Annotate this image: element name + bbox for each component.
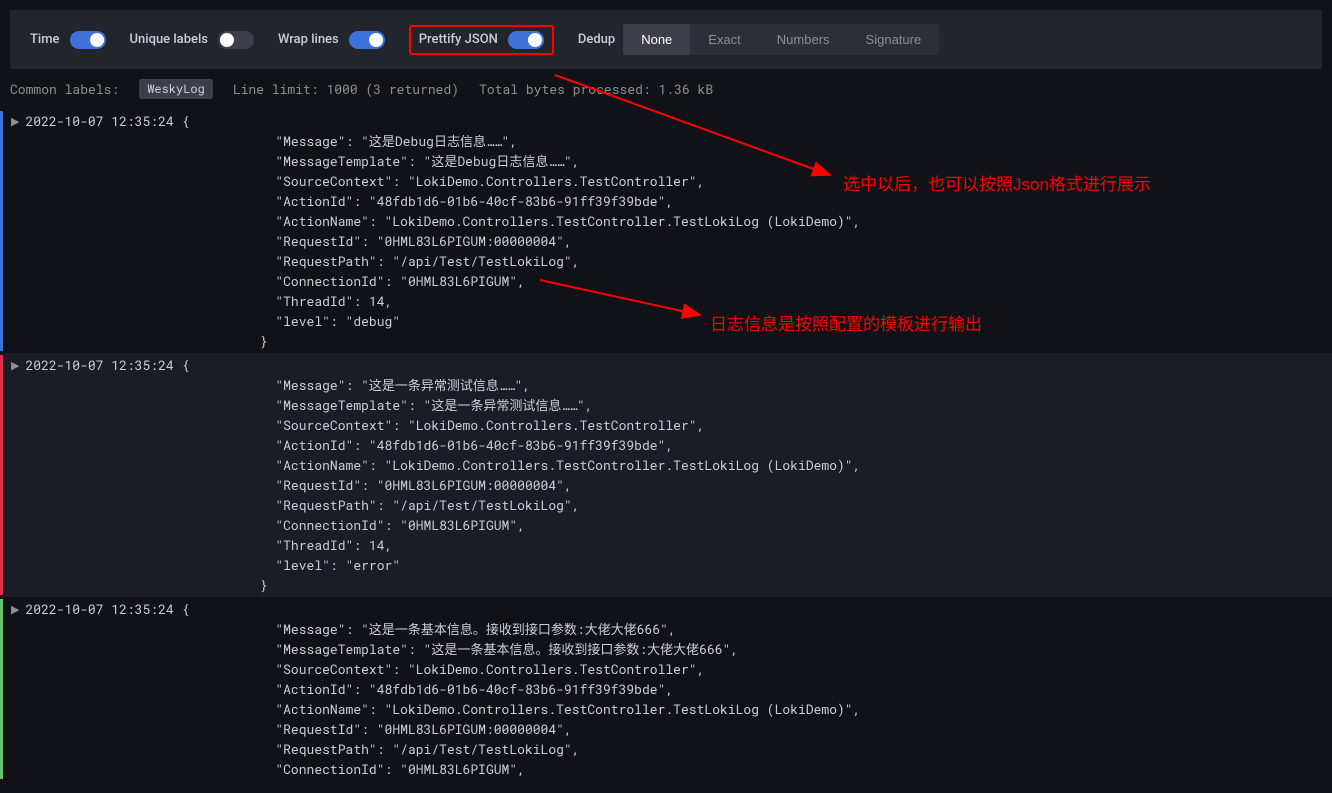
- log-toolbar: Time Unique labels Wrap lines Prettify J…: [10, 10, 1322, 69]
- log-list: ▶ 2022-10-07 12:35:24 { "Message": "这是De…: [0, 109, 1332, 781]
- time-toggle-group: Time: [30, 31, 106, 49]
- prettify-json-toggle-label: Prettify JSON: [419, 32, 498, 47]
- wrap-lines-toggle[interactable]: [349, 31, 385, 49]
- meta-bar: Common labels: WeskyLog Line limit: 1000…: [0, 69, 1332, 109]
- log-row: ▶ 2022-10-07 12:35:24 { "Message": "这是De…: [0, 109, 1332, 353]
- dedup-exact-button[interactable]: Exact: [690, 24, 759, 55]
- line-limit-value: 1000 (3 returned): [326, 80, 459, 98]
- log-body: { "Message": "这是一条基本信息。接收到接口参数:大佬大佬666",…: [182, 599, 1332, 779]
- prettify-json-highlight: Prettify JSON: [409, 25, 554, 55]
- dedup-button-group: None Exact Numbers Signature: [623, 24, 939, 55]
- dedup-signature-button[interactable]: Signature: [848, 24, 940, 55]
- wrap-lines-toggle-group: Wrap lines: [278, 31, 385, 49]
- log-timestamp: 2022-10-07 12:35:24: [25, 111, 181, 131]
- unique-labels-toggle[interactable]: [218, 31, 254, 49]
- line-limit-label: Line limit:: [233, 80, 319, 98]
- log-body: { "Message": "这是一条异常测试信息……", "MessageTem…: [182, 355, 1332, 595]
- bytes-label: Total bytes processed:: [479, 80, 651, 98]
- dedup-label: Dedup: [578, 32, 615, 47]
- expand-caret-icon[interactable]: ▶: [3, 599, 25, 619]
- log-body: { "Message": "这是Debug日志信息……", "MessageTe…: [182, 111, 1332, 351]
- wrap-lines-toggle-label: Wrap lines: [278, 32, 339, 47]
- level-bar-info: [0, 599, 3, 779]
- log-row: ▶ 2022-10-07 12:35:24 { "Message": "这是一条…: [0, 353, 1332, 597]
- common-labels-badge: WeskyLog: [139, 79, 213, 99]
- log-timestamp: 2022-10-07 12:35:24: [25, 599, 181, 619]
- level-bar-debug: [0, 111, 3, 351]
- log-row: ▶ 2022-10-07 12:35:24 { "Message": "这是一条…: [0, 597, 1332, 781]
- time-toggle-label: Time: [30, 32, 60, 47]
- common-labels-label: Common labels:: [10, 80, 119, 98]
- dedup-numbers-button[interactable]: Numbers: [759, 24, 848, 55]
- dedup-group: Dedup None Exact Numbers Signature: [578, 24, 939, 55]
- expand-caret-icon[interactable]: ▶: [3, 111, 25, 131]
- prettify-json-toggle[interactable]: [508, 31, 544, 49]
- bytes-value: 1.36 kB: [659, 80, 714, 98]
- log-timestamp: 2022-10-07 12:35:24: [25, 355, 181, 375]
- unique-labels-toggle-label: Unique labels: [130, 32, 208, 47]
- unique-labels-toggle-group: Unique labels: [130, 31, 254, 49]
- level-bar-error: [0, 355, 3, 595]
- expand-caret-icon[interactable]: ▶: [3, 355, 25, 375]
- time-toggle[interactable]: [70, 31, 106, 49]
- dedup-none-button[interactable]: None: [623, 24, 690, 55]
